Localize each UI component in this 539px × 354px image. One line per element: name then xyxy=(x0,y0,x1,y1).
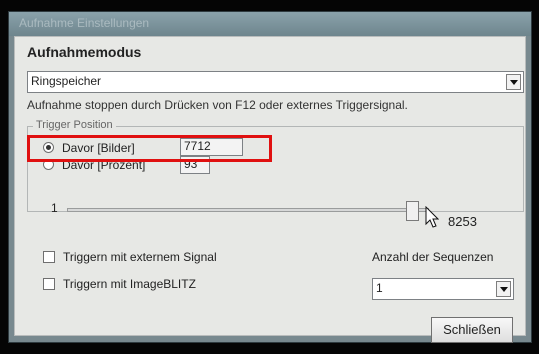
external-signal-label: Triggern mit externem Signal xyxy=(63,250,217,264)
description-text: Aufnahme stoppen durch Drücken von F12 o… xyxy=(27,98,408,112)
sequences-combobox[interactable]: 1 xyxy=(372,278,514,300)
dialog-client-area: Aufnahmemodus Ringspeicher Aufnahme stop… xyxy=(14,36,526,343)
red-highlight-box xyxy=(27,135,272,162)
close-button[interactable]: Schließen xyxy=(431,317,513,343)
trigger-position-label: Trigger Position xyxy=(33,119,116,131)
slider-max-label: 8253 xyxy=(448,214,477,229)
slider-min-label: 1 xyxy=(51,201,58,215)
dialog-window: Aufnahme Einstellungen Aufnahmemodus Rin… xyxy=(8,11,532,343)
title-bar: Aufnahme Einstellungen xyxy=(9,12,531,36)
section-title: Aufnahmemodus xyxy=(27,44,142,60)
mode-combobox[interactable]: Ringspeicher xyxy=(27,71,524,93)
sequences-label: Anzahl der Sequenzen xyxy=(372,250,494,264)
chevron-down-icon[interactable] xyxy=(506,74,521,90)
trigger-slider-track[interactable] xyxy=(67,208,429,212)
trigger-slider-thumb[interactable] xyxy=(406,201,419,221)
checkbox-external-signal[interactable] xyxy=(43,251,55,263)
imageblitz-label: Triggern mit ImageBLITZ xyxy=(63,277,196,291)
mouse-cursor-icon xyxy=(425,206,439,228)
sequences-combobox-value: 1 xyxy=(376,281,383,295)
window-title: Aufnahme Einstellungen xyxy=(19,16,150,30)
checkbox-imageblitz[interactable] xyxy=(43,278,55,290)
photo-frame: Aufnahme Einstellungen Aufnahmemodus Rin… xyxy=(0,0,539,354)
mode-combobox-value: Ringspeicher xyxy=(31,74,102,88)
chevron-down-icon[interactable] xyxy=(496,281,511,297)
